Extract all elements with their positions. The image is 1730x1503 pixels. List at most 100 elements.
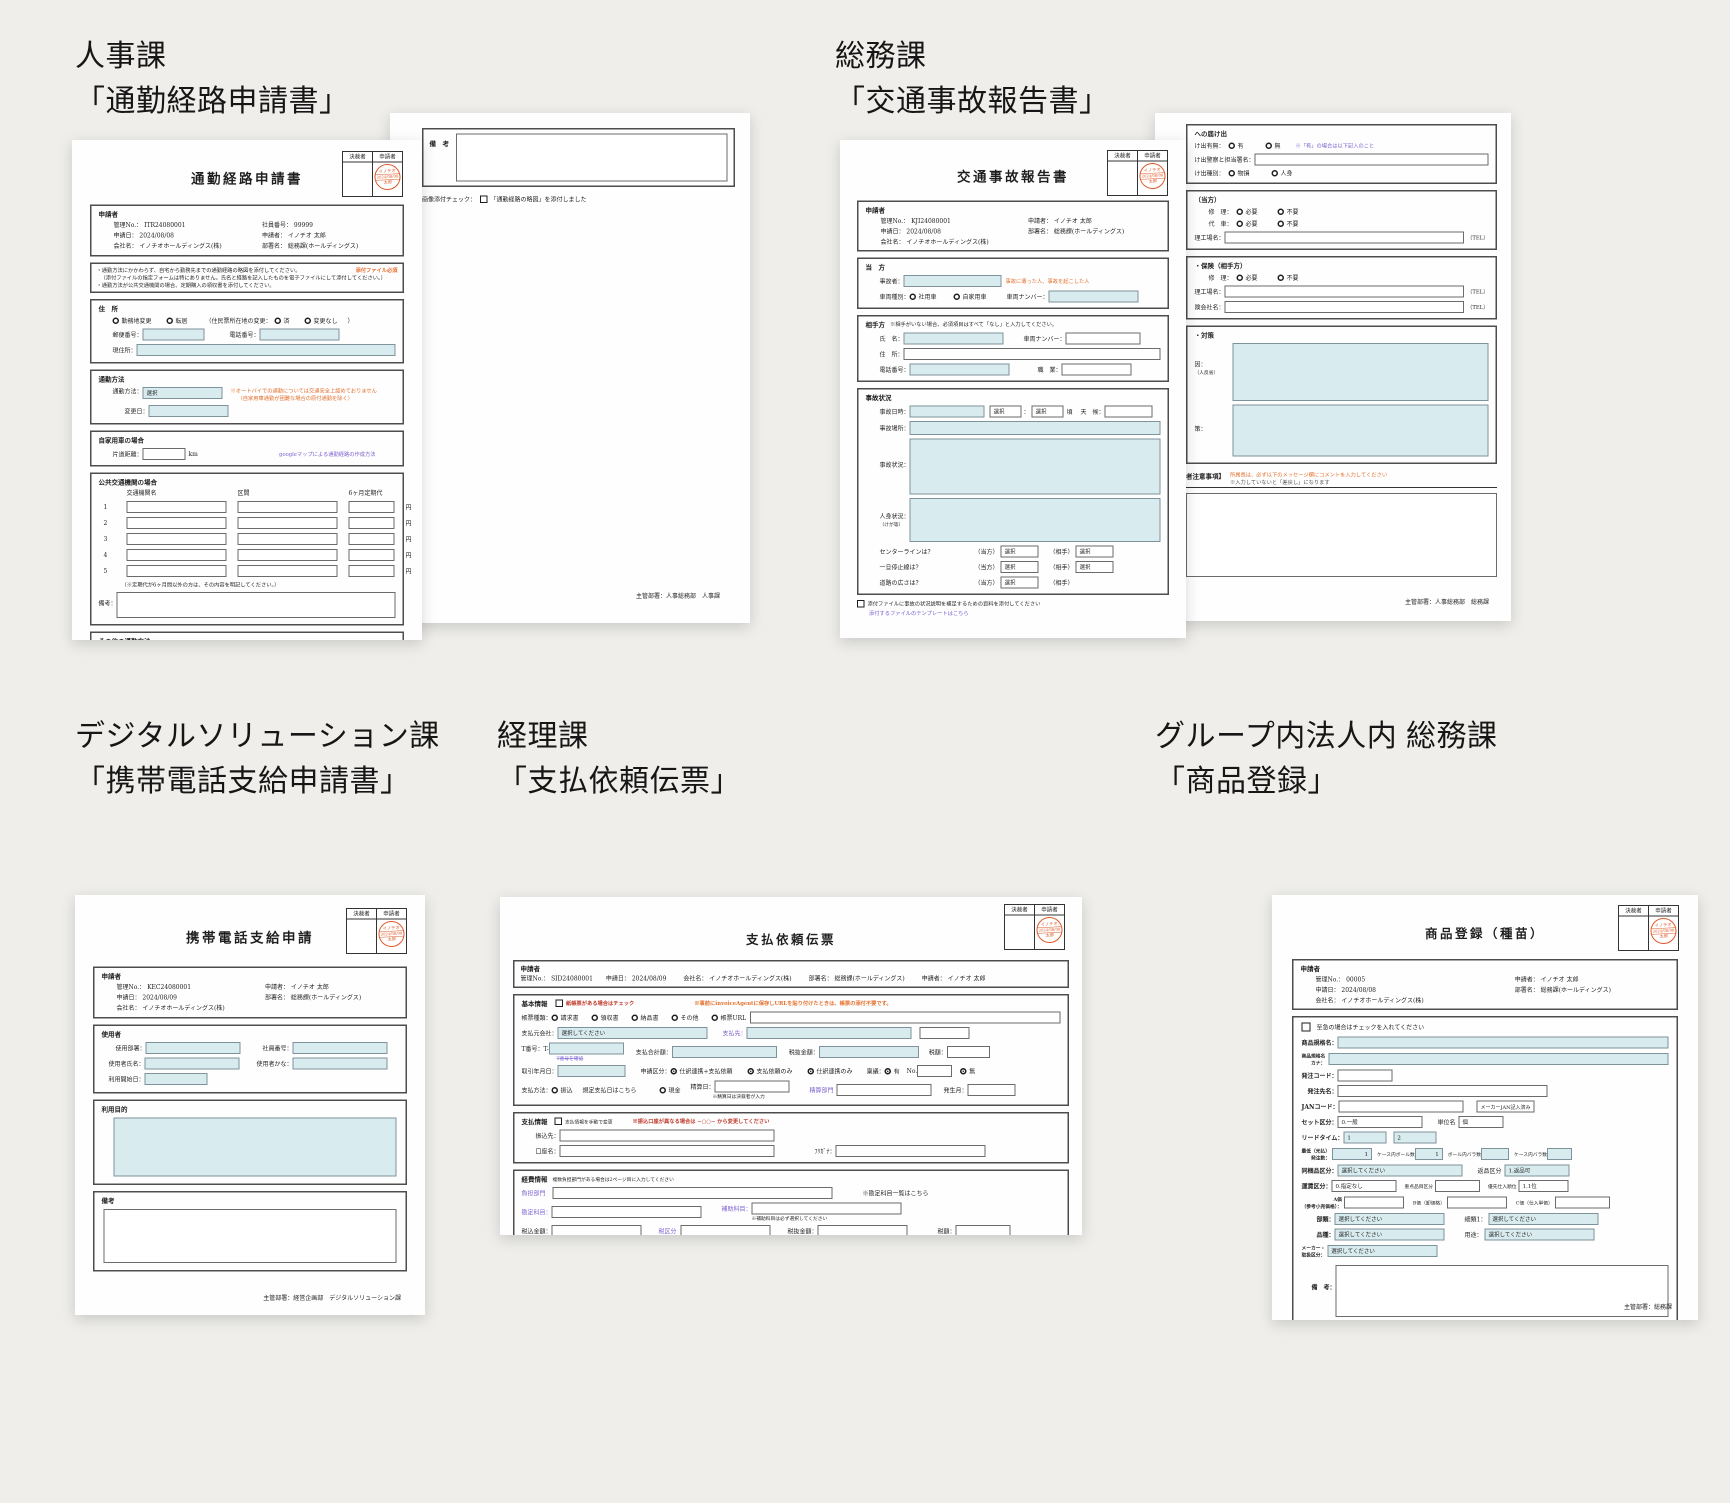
price-c-field[interactable] (1555, 1197, 1610, 1209)
transfer-to-field[interactable] (560, 1130, 775, 1142)
leadtime-field-1[interactable]: 1 (1343, 1132, 1386, 1144)
radio-journal-only[interactable] (808, 1068, 815, 1075)
payee-code-field[interactable] (920, 1027, 970, 1039)
unit-field[interactable]: 個 (1459, 1116, 1504, 1128)
bundle-type-select[interactable]: 選択してください (1338, 1165, 1463, 1177)
centerline-opp-select[interactable]: 選択 (1076, 546, 1114, 558)
transport-name-field[interactable] (127, 533, 227, 545)
insurance-company-field[interactable] (1225, 301, 1465, 313)
case-ball-field[interactable]: 1 (1415, 1148, 1443, 1160)
sub-account-label[interactable]: 補助科目： (722, 1204, 752, 1213)
tax-type-link[interactable]: 税区分 (659, 1227, 677, 1235)
fare-field[interactable] (349, 565, 395, 577)
pretax-amount-field[interactable] (819, 1046, 919, 1058)
key-item-field[interactable] (1435, 1180, 1480, 1192)
settlement-dept-label[interactable]: 精算部門 (810, 1086, 834, 1095)
case-bara-field[interactable] (1547, 1148, 1572, 1160)
employee-no-field[interactable] (293, 1042, 388, 1054)
radio-other-doc[interactable] (672, 1014, 679, 1021)
countermeasure-field[interactable] (1233, 405, 1489, 457)
radio-ringi-no[interactable] (960, 1068, 967, 1075)
accident-description-field[interactable] (910, 439, 1161, 495)
account-list-link[interactable]: ※勘定科目一覧はこちら (863, 1189, 929, 1198)
user-kana-field[interactable] (293, 1058, 388, 1070)
tax-type-field[interactable] (681, 1225, 771, 1235)
radio-invoice[interactable] (552, 1014, 559, 1021)
section-field[interactable] (238, 517, 338, 529)
account-kana-field[interactable] (836, 1145, 986, 1157)
method-select[interactable]: 選択 (143, 387, 223, 399)
opp-vehicle-number-field[interactable] (1066, 333, 1141, 345)
radio-doc-url[interactable] (712, 1014, 719, 1021)
radio-repair-not-needed[interactable] (1278, 209, 1285, 216)
zip-field[interactable] (143, 329, 205, 341)
radio-opp-repair-needed[interactable] (1237, 275, 1244, 282)
roadwidth-own-select[interactable]: 選択 (1001, 577, 1039, 589)
radio-report-yes[interactable] (1229, 143, 1236, 150)
radio-loaner-needed[interactable] (1237, 221, 1244, 228)
tax-amount-field[interactable] (947, 1046, 990, 1058)
transport-remarks-field[interactable] (117, 592, 396, 618)
category-select[interactable]: 選択してください (1335, 1213, 1445, 1225)
distance-field[interactable] (143, 448, 186, 460)
stopline-opp-select[interactable]: 選択 (1076, 561, 1114, 573)
current-address-field[interactable] (137, 344, 396, 356)
radio-property-damage[interactable] (1229, 170, 1236, 177)
user-dept-field[interactable] (146, 1042, 241, 1054)
radio-report-no[interactable] (1266, 143, 1273, 150)
product-kana-field[interactable] (1328, 1053, 1668, 1065)
accident-place-field[interactable] (910, 421, 1161, 435)
stopline-own-select[interactable]: 選択 (1001, 561, 1039, 573)
payer-company-select[interactable]: 選択してください (558, 1027, 708, 1039)
sub-account-field[interactable] (752, 1203, 902, 1215)
maker-select[interactable]: 選択してください (1327, 1245, 1437, 1257)
image-attach-checkbox[interactable] (480, 196, 488, 204)
transport-name-field[interactable] (127, 549, 227, 561)
accident-date-field[interactable] (910, 406, 985, 418)
purpose-field[interactable] (114, 1118, 397, 1177)
burden-dept-label[interactable]: 負担部門 (522, 1189, 546, 1198)
leadtime-field-2[interactable]: 2 (1393, 1132, 1436, 1144)
opp-address-field[interactable] (904, 348, 1161, 360)
payment-date-link[interactable]: 規定支払日はこちら (583, 1086, 637, 1095)
return-type-field[interactable]: 1.返品可 (1505, 1165, 1570, 1177)
transport-name-field[interactable] (127, 517, 227, 529)
remarks-field[interactable] (104, 1209, 397, 1263)
radio-workplace-change[interactable] (113, 318, 120, 325)
radio-payment-only[interactable] (748, 1068, 755, 1075)
tax-included-field[interactable] (552, 1225, 642, 1235)
radio-repair-needed[interactable] (1237, 209, 1244, 216)
radio-private-car[interactable] (954, 293, 961, 300)
maker-jan-button[interactable]: メーカーJAN記入済み (1476, 1101, 1534, 1113)
jan-code-field[interactable] (1338, 1101, 1463, 1113)
fare-field[interactable] (349, 549, 395, 561)
order-dest-field[interactable] (1338, 1085, 1548, 1097)
radio-receipt[interactable] (592, 1014, 599, 1021)
tax-field[interactable] (956, 1225, 1011, 1235)
minute-select[interactable]: 選択 (1032, 406, 1064, 418)
radio-bank-transfer[interactable] (552, 1087, 559, 1094)
transport-name-field[interactable] (127, 565, 227, 577)
radio-registry-done[interactable] (275, 318, 282, 325)
total-amount-field[interactable] (672, 1046, 777, 1058)
template-link[interactable]: 添付するファイルのテンプレートはこちら (869, 610, 1169, 618)
ringi-no-field[interactable] (917, 1065, 952, 1077)
urgent-checkbox[interactable] (1302, 1023, 1311, 1032)
min-order-field[interactable]: 1 (1332, 1148, 1372, 1160)
account-title-label[interactable]: 勘定科目： (522, 1208, 552, 1217)
usage-select[interactable]: 選択してください (1485, 1229, 1595, 1241)
doc-url-field[interactable] (750, 1012, 1060, 1024)
tel-field[interactable] (260, 329, 340, 341)
opp-job-field[interactable] (1062, 364, 1132, 376)
radio-personal-injury[interactable] (1272, 170, 1279, 177)
price-b-field[interactable] (1447, 1197, 1507, 1209)
radio-ringi-yes[interactable] (885, 1068, 892, 1075)
vehicle-number-field[interactable] (1049, 291, 1139, 303)
variety-select[interactable]: 選択してください (1335, 1229, 1445, 1241)
radio-moved[interactable] (167, 318, 174, 325)
section-field[interactable] (238, 533, 338, 545)
repair-shop-field[interactable] (1225, 232, 1465, 244)
fare-field[interactable] (349, 501, 395, 513)
radio-loaner-not-needed[interactable] (1278, 221, 1285, 228)
opp-repair-shop-field[interactable] (1225, 286, 1465, 298)
